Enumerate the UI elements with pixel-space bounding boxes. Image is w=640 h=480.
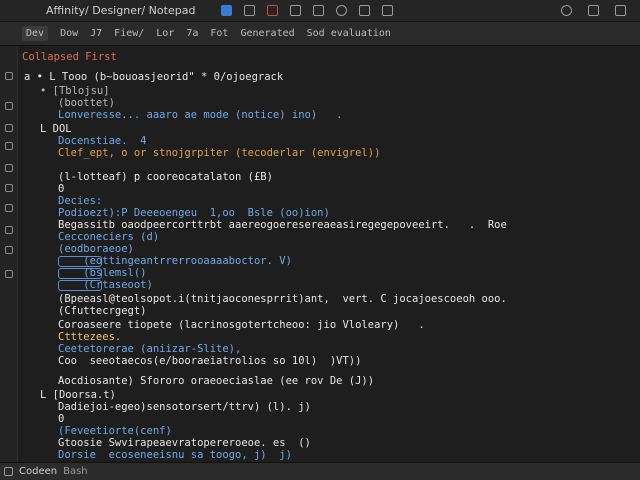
terminal-icon[interactable] (4, 467, 13, 476)
extensions-icon[interactable] (5, 164, 13, 172)
toolbar-item-sod-evaluation[interactable]: Sod evaluation (307, 28, 391, 39)
status-left: Codeen (19, 466, 58, 477)
menu-toolbar: Dev Dow J7 Fiew/ Lor 7a Fot Generated So… (0, 22, 640, 46)
image-icon[interactable] (267, 5, 279, 16)
settings-icon[interactable] (561, 5, 572, 16)
code-editor[interactable]: Collapsed First a • L Tooo (b~bouoasjeor… (18, 46, 640, 462)
code-line: Coo seeotaecos(e/booraeiatrolios so 10l)… (58, 355, 362, 367)
code-line: (Crtaseoot) (58, 279, 153, 291)
code-line: Aocdiosante) Sfororo oraeoeciaslae (ee r… (58, 375, 375, 387)
title-bar: Affinity/ Designer/ Notepad (0, 0, 640, 22)
toolbar-item-dev[interactable]: Dev (22, 26, 49, 41)
outline-icon[interactable] (5, 184, 13, 192)
search-icon[interactable] (5, 102, 13, 110)
maximize-icon[interactable] (588, 5, 599, 16)
code-line: (Cfuttecrgegt) (58, 305, 147, 317)
sync-icon[interactable] (336, 5, 348, 16)
file-icon[interactable] (5, 72, 13, 80)
toolbar-item-lor[interactable]: Lor (156, 28, 174, 39)
toolbar-item-dow[interactable]: Dow (60, 28, 78, 39)
window-controls (561, 5, 626, 16)
toolbar-item-7a[interactable]: 7a (186, 28, 198, 39)
toolbar-item-j7[interactable]: J7 (90, 28, 102, 39)
camera-icon[interactable] (244, 5, 256, 16)
code-line: (l-lotteaf) p cooreocatalaton (£B) (58, 171, 273, 183)
code-line: Clef_ept, o or stnojgrpiter (tecoderlar … (58, 147, 381, 159)
editor-header: Collapsed First (22, 51, 117, 63)
copy-icon[interactable] (5, 226, 13, 234)
history-icon[interactable] (5, 246, 13, 254)
gallery-icon[interactable] (290, 5, 302, 16)
code-line: Lonveresse... aaaro ae mode (notice) ino… (58, 109, 343, 121)
debug-icon[interactable] (5, 142, 13, 150)
info-icon[interactable] (5, 270, 13, 278)
code-line: a • L Tooo (b~bouoasjeorid" * 0/ojoegrac… (24, 71, 284, 83)
status-bar: Codeen Bash (0, 462, 640, 480)
window-title: Affinity/ Designer/ Notepad (46, 4, 196, 17)
git-icon[interactable] (5, 124, 13, 132)
window-icon[interactable] (359, 5, 371, 16)
code-line: Dorsie ecoseneeisnu sa toogo, j) j) (58, 449, 292, 461)
layers-icon[interactable] (5, 204, 13, 212)
toolbar-item-fot[interactable]: Fot (210, 28, 228, 39)
close-icon[interactable] (615, 5, 626, 16)
toolbar-item-generated[interactable]: Generated (240, 28, 294, 39)
code-line: Dadiejoi-egeo)sensotorsert/ttrv) (l). j) (58, 401, 311, 413)
folder-icon[interactable] (313, 5, 325, 16)
title-toolbar (221, 5, 394, 16)
link-icon[interactable] (382, 5, 394, 16)
select-icon[interactable] (221, 5, 233, 16)
status-mode[interactable]: Bash (63, 466, 88, 477)
toolbar-item-fiew[interactable]: Fiew/ (114, 28, 144, 39)
activity-gutter (0, 46, 18, 462)
